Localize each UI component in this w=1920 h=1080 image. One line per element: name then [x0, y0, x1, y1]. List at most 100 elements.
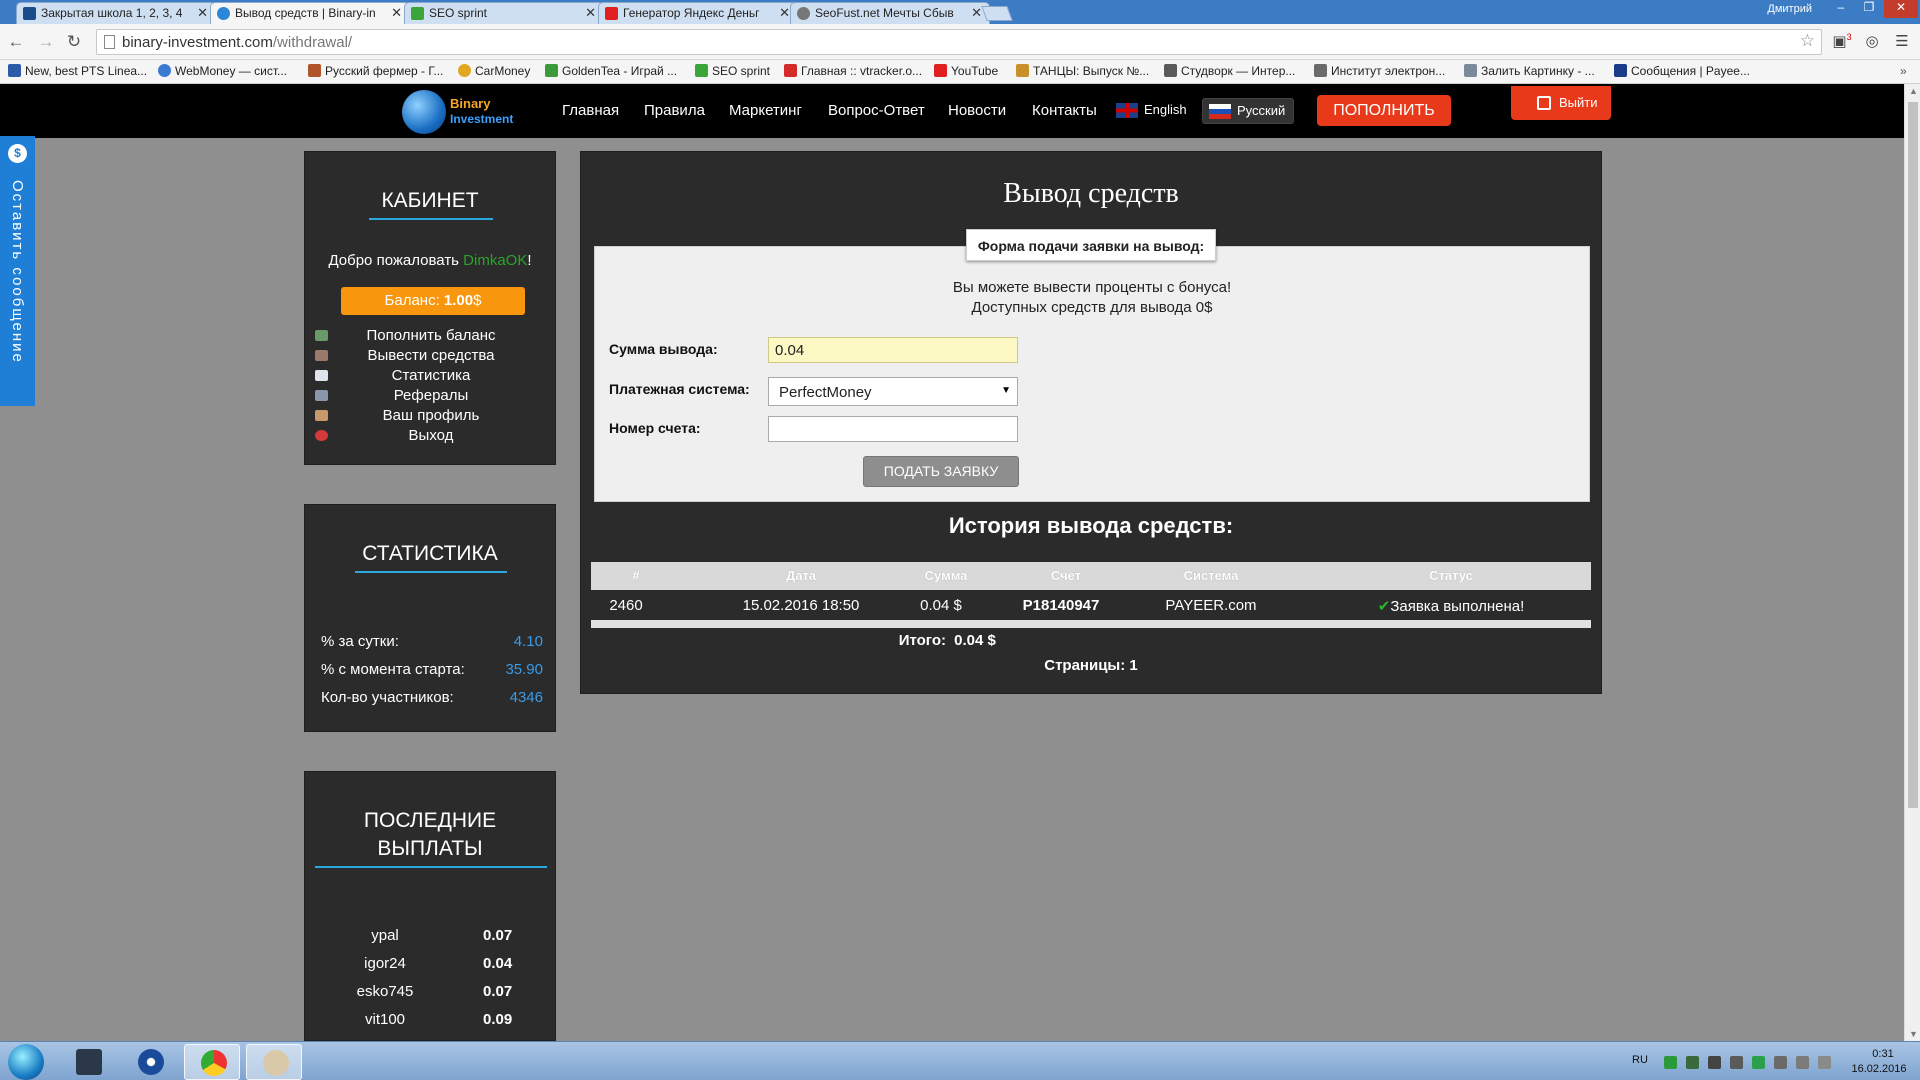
taskbar-app-media[interactable]	[122, 1044, 178, 1080]
tray-app-icon[interactable]	[1686, 1056, 1699, 1069]
close-icon[interactable]: ✕	[971, 5, 982, 21]
topup-button[interactable]: ПОПОЛНИТЬ	[1317, 95, 1451, 126]
more-bookmarks-icon[interactable]: »	[1900, 64, 1907, 78]
payment-system-select[interactable]: PerfectMoney ▼	[768, 377, 1018, 406]
stat-row: % за сутки: 4.10	[321, 633, 543, 650]
reload-icon[interactable]: ↻	[64, 32, 84, 52]
page-info-icon[interactable]	[104, 35, 115, 49]
browser-tab-active[interactable]: Вывод средств | Binary-in ✕	[210, 2, 410, 25]
col-id: #	[632, 568, 640, 583]
menu-statistics[interactable]: Статистика	[315, 367, 547, 386]
browser-tab[interactable]: Закрытая школа 1, 2, 3, 4 ✕	[16, 2, 216, 24]
bookmark-item[interactable]: CarMoney	[458, 64, 530, 78]
col-amount: Сумма	[924, 568, 968, 583]
bookmark-item[interactable]: ТАНЦЫ: Выпуск №...	[1016, 64, 1149, 78]
menu-topup-balance[interactable]: Пополнить баланс	[315, 327, 547, 346]
withdraw-form: Вы можете вывести проценты с бонуса! Дос…	[594, 246, 1590, 502]
clock-time[interactable]: 0:31	[1858, 1048, 1908, 1060]
menu-withdraw[interactable]: Вывести средства	[315, 347, 547, 366]
bookmark-item[interactable]: YouTube	[934, 64, 998, 78]
page-link-1[interactable]: 1	[1129, 657, 1137, 674]
browser-tab[interactable]: Генератор Яндекс Деньг ✕	[598, 2, 798, 24]
volume-icon[interactable]	[1818, 1056, 1831, 1069]
history-title: История вывода средств:	[948, 513, 1234, 538]
site-logo[interactable]: Binary Investment	[402, 90, 532, 134]
close-icon[interactable]: ✕	[197, 5, 208, 21]
bookmark-item[interactable]: Русский фермер - Г...	[308, 64, 443, 78]
taskbar-app-explorer[interactable]	[60, 1044, 116, 1080]
input-language[interactable]: RU	[1632, 1054, 1648, 1066]
bookmark-item[interactable]: Студворк — Интер...	[1164, 64, 1295, 78]
new-tab-button[interactable]	[981, 6, 1013, 21]
withdraw-panel: Вывод средств Вы можете вывести проценты…	[580, 151, 1602, 694]
nav-faq[interactable]: Вопрос-Ответ	[828, 102, 925, 119]
bookmark-item[interactable]: Институт электрон...	[1314, 64, 1445, 78]
tray-app-icon[interactable]	[1708, 1056, 1721, 1069]
restore-icon[interactable]: ❐	[1856, 0, 1882, 18]
extension-ring-icon[interactable]: ◎	[1862, 32, 1882, 52]
scroll-down-icon[interactable]: ▼	[1909, 1029, 1918, 1039]
bookmark-item[interactable]: Сообщения | Payee...	[1614, 64, 1750, 78]
back-arrow-icon[interactable]: ←	[6, 32, 26, 52]
bookmark-item[interactable]: GoldenTea - Играй ...	[545, 64, 677, 78]
bookmark-star-icon[interactable]: ☆	[1800, 31, 1815, 51]
nav-contacts[interactable]: Контакты	[1032, 102, 1097, 119]
logo-line1: Binary	[450, 96, 491, 111]
tray-app-icon[interactable]	[1664, 1056, 1677, 1069]
forward-arrow-icon[interactable]: →	[36, 32, 56, 52]
nav-news[interactable]: Новости	[948, 102, 1006, 119]
history-table-header: # Дата Сумма Счет Система Статус	[591, 562, 1591, 590]
tray-app-icon[interactable]	[1730, 1056, 1743, 1069]
clock-date[interactable]: 16.02.2016	[1846, 1063, 1912, 1075]
bookmark-item[interactable]: New, best PTS Linea...	[8, 64, 147, 78]
account-number-input[interactable]	[768, 416, 1018, 442]
bookmark-item[interactable]: Залить Картинку - ...	[1464, 64, 1595, 78]
url-path: /withdrawal/	[272, 34, 353, 51]
russia-flag-icon	[1209, 104, 1231, 119]
submit-request-button[interactable]: ПОДАТЬ ЗАЯВКУ	[863, 456, 1019, 487]
account-label: Номер счета:	[609, 420, 701, 436]
url-field[interactable]: binary-investment.com/withdrawal/ ☆	[96, 29, 1822, 55]
stats-title: СТАТИСТИКА	[362, 542, 498, 565]
scroll-thumb[interactable]	[1908, 102, 1918, 808]
minimize-icon[interactable]: –	[1828, 0, 1854, 18]
extension-icon[interactable]: ▣3	[1832, 32, 1852, 52]
bookmark-item[interactable]: Главная :: vtracker.o...	[784, 64, 922, 78]
nav-home[interactable]: Главная	[562, 102, 619, 119]
col-status: Статус	[1429, 568, 1473, 583]
nav-rules[interactable]: Правила	[644, 102, 705, 119]
menu-referrals[interactable]: Рефералы	[315, 387, 547, 406]
form-info-bonus: Вы можете вывести проценты с бонуса!	[952, 279, 1232, 296]
bookmark-item[interactable]: SEO sprint	[695, 64, 770, 78]
recent-payouts-panel: ПОСЛЕДНИЕ ВЫПЛАТЫ ypal 0.07 igor24 0.04 es…	[304, 771, 556, 1041]
feedback-tab[interactable]: $ Оставить сообщение	[0, 136, 35, 406]
network-icon[interactable]	[1796, 1056, 1809, 1069]
close-window-icon[interactable]: ✕	[1884, 0, 1918, 18]
menu-profile[interactable]: Ваш профиль	[315, 407, 547, 426]
browser-user-name[interactable]: Дмитрий	[1767, 3, 1812, 15]
tray-app-icon[interactable]	[1774, 1056, 1787, 1069]
close-icon[interactable]: ✕	[779, 5, 790, 21]
page-scrollbar[interactable]: ▲ ▼	[1904, 84, 1920, 1041]
logout-button[interactable]: Выйти	[1511, 86, 1611, 120]
wallet-in-icon	[315, 330, 328, 341]
menu-icon[interactable]: ☰	[1892, 32, 1912, 52]
menu-logout[interactable]: Выход	[315, 427, 547, 446]
close-icon[interactable]: ✕	[391, 5, 402, 21]
taskbar-app-chrome[interactable]	[184, 1044, 240, 1080]
close-icon[interactable]: ✕	[585, 5, 596, 21]
tray-app-icon[interactable]	[1752, 1056, 1765, 1069]
browser-tab[interactable]: SEO sprint ✕	[404, 2, 604, 24]
scroll-up-icon[interactable]: ▲	[1909, 86, 1918, 96]
start-button[interactable]	[8, 1044, 44, 1080]
amount-input[interactable]	[768, 337, 1018, 363]
nav-marketing[interactable]: Маркетинг	[729, 102, 802, 119]
taskbar-app-paint[interactable]	[246, 1044, 302, 1080]
bookmark-favicon-icon	[458, 64, 471, 77]
extension-badge: 3	[1846, 32, 1852, 42]
lang-english[interactable]: English	[1110, 98, 1195, 124]
lang-russian[interactable]: Русский	[1202, 98, 1295, 124]
bookmark-item[interactable]: WebMoney — сист...	[158, 64, 287, 78]
address-bar-row: ← → ↻ binary-investment.com/withdrawal/ …	[0, 24, 1920, 60]
browser-tab[interactable]: SeoFust.net Мечты Сбыв ✕	[790, 2, 990, 24]
